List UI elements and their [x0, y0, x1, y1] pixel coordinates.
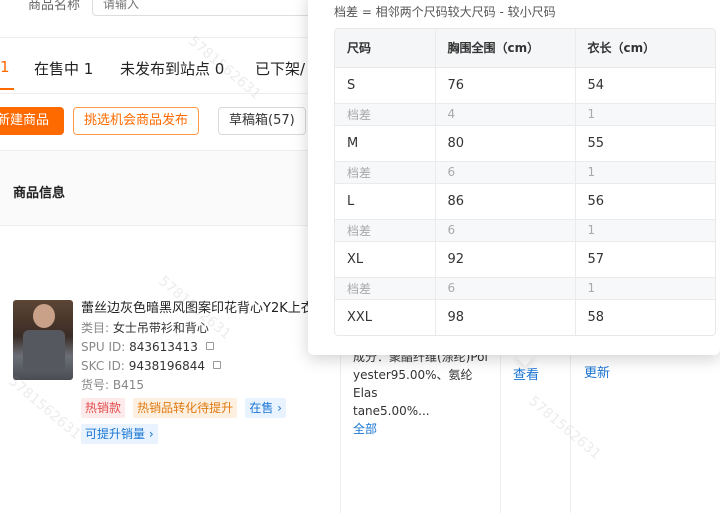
size-chart-table: 尺码 胸围全围（cm） 衣长（cm） S 76 54 档差 4 1 M 80 55 档差 6 1 L 86…	[334, 28, 716, 336]
boost-sales-label: 可提升销量	[85, 427, 146, 441]
product-thumbnail[interactable]	[13, 300, 73, 380]
chest-cell: 6	[435, 277, 576, 300]
length-cell: 58	[587, 309, 605, 325]
header-length: 衣长（cm）	[575, 29, 715, 68]
spu-label: SPU ID:	[81, 340, 126, 354]
size-cell: XXL	[335, 299, 436, 335]
size-row: XL 92 57	[335, 241, 715, 278]
chest-cell: 4	[435, 103, 576, 126]
size-cell: 档差	[335, 277, 436, 300]
material-info: 成分：聚酯纤维(涤纶)Pol yester95.00%、氨纶Elas tane5…	[353, 348, 493, 438]
material-line: yester95.00%、氨纶Elas	[353, 368, 473, 400]
size-row: M 80 55	[335, 125, 715, 162]
select-opportunity-button[interactable]: 挑选机会商品发布	[73, 107, 200, 135]
product-spu: SPU ID: 843613413	[81, 338, 321, 356]
copy-icon[interactable]	[212, 361, 221, 369]
active-tab-indicator	[0, 88, 14, 90]
boost-sales-tag[interactable]: 可提升销量 ›	[81, 424, 158, 444]
size-diff-row: 档差 6 1	[335, 219, 715, 242]
sku-label: 货号:	[81, 378, 110, 392]
header-size: 尺码	[335, 29, 436, 68]
size-cell: L	[335, 183, 436, 220]
header-goods-info: 商品信息	[13, 186, 66, 201]
sku-value: B415	[112, 378, 145, 392]
status-tag-label: 在售	[249, 401, 274, 415]
length-cell: 55	[575, 125, 715, 162]
filter-label: 商品名称	[28, 0, 81, 13]
skc-label: SKC ID:	[81, 359, 125, 373]
tab-unpublished[interactable]: 未发布到站点 0	[120, 58, 224, 79]
length-cell: 1	[575, 103, 715, 126]
chest-cell: 92	[435, 241, 576, 278]
category-label: 类目:	[81, 321, 110, 335]
size-row: XXL 98 58	[335, 299, 715, 335]
tab-all[interactable]: 1	[0, 58, 10, 76]
drafts-button[interactable]: 草稿箱(57)	[218, 107, 306, 135]
chevron-right-icon: ›	[273, 401, 282, 415]
tab-delisted[interactable]: 已下架/	[255, 58, 305, 79]
length-cell: 56	[575, 183, 715, 220]
product-category: 类目: 女士吊带衫和背心	[81, 319, 321, 337]
product-name-input[interactable]	[93, 0, 321, 17]
chest-cell: 80	[435, 125, 576, 162]
size-cell: M	[335, 125, 436, 162]
length-cell: 1	[575, 219, 715, 242]
size-cell: 档差	[335, 161, 436, 184]
chevron-right-icon: ›	[145, 427, 154, 441]
product-title[interactable]: 蕾丝边灰色暗黑风图案印花背心Y2K上衣	[81, 300, 321, 318]
material-all-link[interactable]: 全部	[353, 420, 493, 438]
size-cell: 档差	[335, 103, 436, 126]
copy-icon[interactable]	[205, 342, 214, 350]
size-cell: 档差	[335, 219, 436, 242]
size-cell: XL	[335, 241, 436, 278]
hot-tag: 热销款	[81, 398, 126, 418]
thumbnail-face	[33, 304, 55, 328]
chest-cell: 98	[435, 299, 576, 335]
skc-value: 9438196844	[128, 359, 206, 373]
length-cell: 57	[575, 241, 715, 278]
view-size-link[interactable]: 查看	[513, 364, 539, 383]
size-diff-row: 档差 4 1	[335, 103, 715, 126]
size-diff-note: 档差 = 相邻两个尺码较大尺码 - 较小尺码	[334, 5, 556, 19]
chest-cell: 6	[435, 161, 576, 184]
size-diff-row: 档差 6 1	[335, 277, 715, 300]
size-row: L 86 56	[335, 183, 715, 220]
product-tags: 热销款 热销品转化待提升 在售 ›	[81, 398, 290, 418]
material-line: tane5.00%...	[353, 404, 430, 418]
thumbnail-garment	[23, 330, 65, 370]
chest-cell: 6	[435, 219, 576, 242]
spu-value: 843613413	[129, 340, 198, 354]
product-skc: SKC ID: 9438196844	[81, 357, 321, 375]
length-cell: 1	[575, 161, 715, 184]
conversion-tag: 热销品转化待提升	[133, 398, 238, 418]
new-product-button[interactable]: 新建商品	[0, 107, 64, 135]
size-table-header-row: 尺码 胸围全围（cm） 衣长（cm）	[335, 29, 715, 68]
length-cell: 1	[575, 277, 715, 300]
header-chest: 胸围全围（cm）	[435, 29, 576, 68]
length-cell: 54	[575, 67, 715, 104]
size-cell: S	[335, 67, 436, 104]
category-value: 女士吊带衫和背心	[112, 321, 209, 335]
update-link[interactable]: 更新	[584, 362, 610, 381]
tab-on-sale[interactable]: 在售中 1	[34, 58, 93, 79]
size-row: S 76 54	[335, 67, 715, 104]
product-sku: 货号: B415	[81, 376, 321, 394]
product-info: 蕾丝边灰色暗黑风图案印花背心Y2K上衣 类目: 女士吊带衫和背心 SPU ID:…	[81, 300, 321, 394]
product-name-input-wrapper	[92, 0, 322, 17]
chest-cell: 76	[435, 67, 576, 104]
status-tag[interactable]: 在售 ›	[245, 398, 286, 418]
chest-cell: 86	[435, 183, 576, 220]
size-diff-row: 档差 6 1	[335, 161, 715, 184]
